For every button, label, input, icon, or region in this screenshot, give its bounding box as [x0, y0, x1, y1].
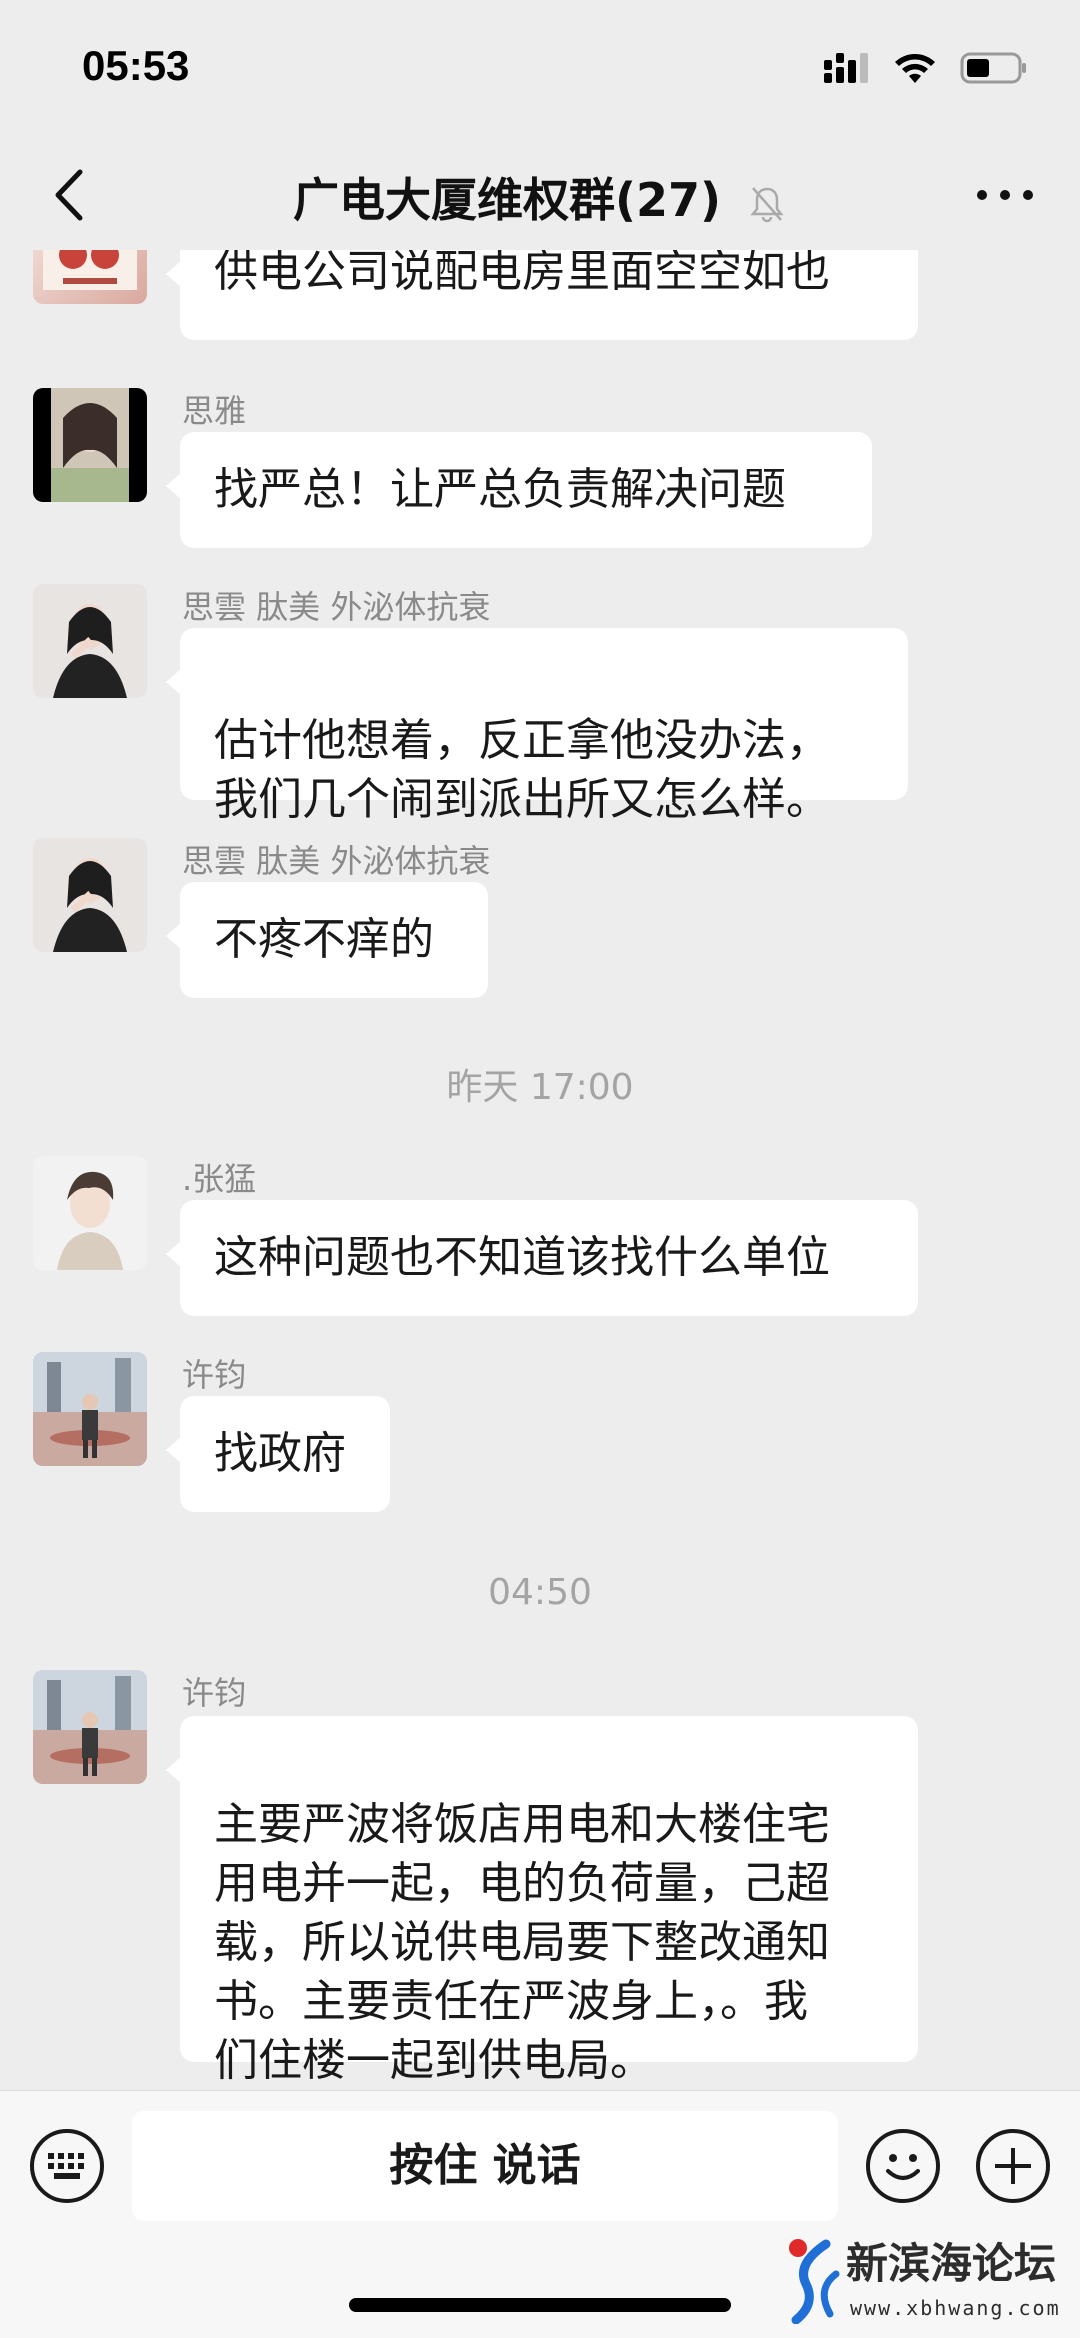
sender-name: .张猛 — [182, 1160, 257, 1198]
message-bubble[interactable]: 主要严波将饭店用电和大楼住宅 用电并一起，电的负荷量，己超 载，所以说供电局要下… — [166, 1716, 918, 2086]
sender-name: 许钧 — [182, 1356, 247, 1394]
message-bubble[interactable]: 找政府 — [166, 1396, 390, 1512]
message-text: 估计他想着，反正拿他没办法， 我们几个闹到派出所又怎么样。 — [214, 715, 830, 825]
avatar[interactable] — [33, 250, 147, 304]
home-indicator — [349, 2298, 731, 2312]
time-separator: 04:50 — [488, 1572, 592, 1613]
battery-icon — [960, 52, 1026, 84]
emoji-button[interactable] — [866, 2129, 940, 2203]
status-time: 05:53 — [82, 42, 190, 89]
emoji-smiley-icon — [886, 2154, 920, 2180]
avatar[interactable] — [33, 838, 147, 952]
wifi-icon — [895, 54, 935, 83]
watermark-name: 新滨海论坛 — [846, 2239, 1057, 2288]
chat-title-text: 广电大厦维权群(27) — [292, 173, 722, 227]
message-text: 主要严波将饭店用电和大楼住宅 用电并一起，电的负荷量，己超 载，所以说供电局要下… — [214, 1799, 830, 2086]
more-options-icon[interactable] — [970, 170, 1040, 220]
nav-bar: 广电大厦维权群(27) — [0, 140, 1080, 250]
sender-name: 思雅 — [182, 392, 247, 430]
avatar[interactable] — [33, 1352, 147, 1466]
watermark: 新滨海论坛 www.xbhwang.com — [780, 2228, 1080, 2328]
message-text: 供电公司说配电房里面空空如也 — [214, 250, 830, 297]
chat-title: 广电大厦维权群(27) — [0, 164, 1080, 230]
cellular-signal-icon — [824, 53, 868, 83]
status-bar: 05:53 — [0, 0, 1080, 140]
message-text: 找严总！让严总负责解决问题 — [214, 464, 786, 515]
sender-name: 思雲 肽美 外泌体抗衰 — [182, 842, 491, 880]
keyboard-toggle-button[interactable] — [30, 2129, 104, 2203]
sender-name: 许钧 — [182, 1674, 247, 1712]
more-functions-button[interactable] — [976, 2129, 1050, 2203]
avatar[interactable] — [33, 1670, 147, 1784]
status-icons — [822, 48, 1028, 88]
message-bubble[interactable]: 估计他想着，反正拿他没办法， 我们几个闹到派出所又怎么样。 — [166, 628, 908, 825]
message-bubble[interactable]: 不疼不痒的 — [166, 882, 488, 998]
message-bubble[interactable]: 这种问题也不知道该找什么单位 — [166, 1200, 918, 1316]
plus-icon — [995, 2148, 1031, 2184]
message-bubble[interactable]: 找严总！让严总负责解决问题 — [166, 432, 872, 548]
mute-bell-icon — [750, 186, 784, 222]
keyboard-icon — [48, 2153, 84, 2179]
chat-message-list[interactable]: 供电公司说配电房里面空空如也 思雅 找严总！让严总负责解决问题 思雲 肽美 外泌… — [0, 250, 1080, 2090]
avatar[interactable] — [33, 388, 147, 502]
time-separator: 昨天 17:00 — [446, 1067, 634, 1108]
avatar[interactable] — [33, 584, 147, 698]
message-text: 找政府 — [214, 1428, 346, 1479]
message-text: 这种问题也不知道该找什么单位 — [214, 1232, 830, 1283]
message-text: 不疼不痒的 — [214, 914, 434, 965]
message-bubble[interactable]: 供电公司说配电房里面空空如也 — [166, 250, 918, 340]
watermark-url: www.xbhwang.com — [850, 2296, 1061, 2320]
avatar[interactable] — [33, 1156, 147, 1270]
hold-to-talk-button[interactable]: 按住 说话 — [132, 2111, 838, 2221]
sender-name: 思雲 肽美 外泌体抗衰 — [182, 588, 491, 626]
watermark-logo-icon — [789, 2239, 840, 2324]
